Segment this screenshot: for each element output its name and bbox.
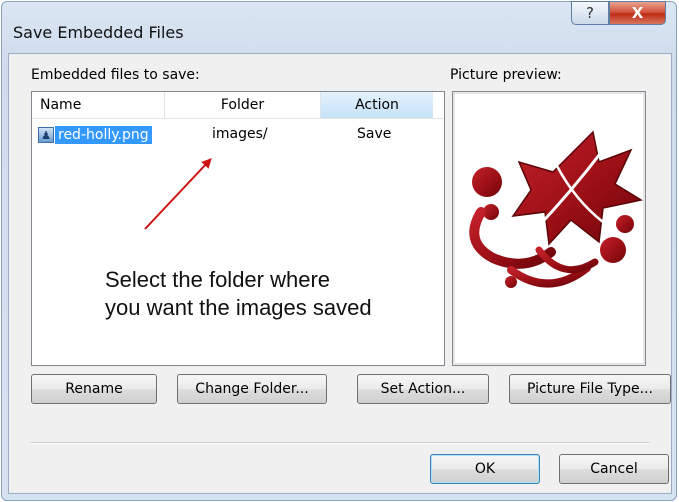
close-button[interactable]: X: [609, 1, 666, 25]
red-holly-icon: [469, 130, 643, 288]
embedded-files-label: Embedded files to save:: [31, 67, 200, 83]
annotation-text: Select the folder where you want the ima…: [105, 266, 435, 322]
ok-button[interactable]: OK: [430, 454, 540, 484]
save-embedded-files-dialog: Save Embedded Files ? X Embedded files t…: [1, 1, 677, 501]
embedded-files-list[interactable]: Name Folder Action ♟ red-holly.png image…: [31, 91, 445, 366]
picture-preview-label: Picture preview:: [450, 67, 562, 83]
cancel-button[interactable]: Cancel: [559, 454, 669, 484]
picture-file-type-button[interactable]: Picture File Type...: [509, 374, 671, 404]
change-folder-button[interactable]: Change Folder...: [177, 374, 327, 404]
dialog-client-area: Embedded files to save: Picture preview:…: [8, 53, 672, 494]
help-icon: ?: [586, 4, 594, 22]
annotation-line-1: Select the folder where: [105, 267, 331, 292]
window-title: Save Embedded Files: [13, 23, 184, 42]
help-button[interactable]: ?: [571, 1, 609, 25]
picture-preview: [452, 91, 646, 366]
annotation-arrow: [144, 158, 212, 230]
close-icon: X: [631, 4, 644, 22]
set-action-button[interactable]: Set Action...: [357, 374, 489, 404]
annotation-line-2: you want the images saved: [105, 295, 372, 320]
button-separator: [31, 442, 649, 444]
rename-button[interactable]: Rename: [31, 374, 157, 404]
